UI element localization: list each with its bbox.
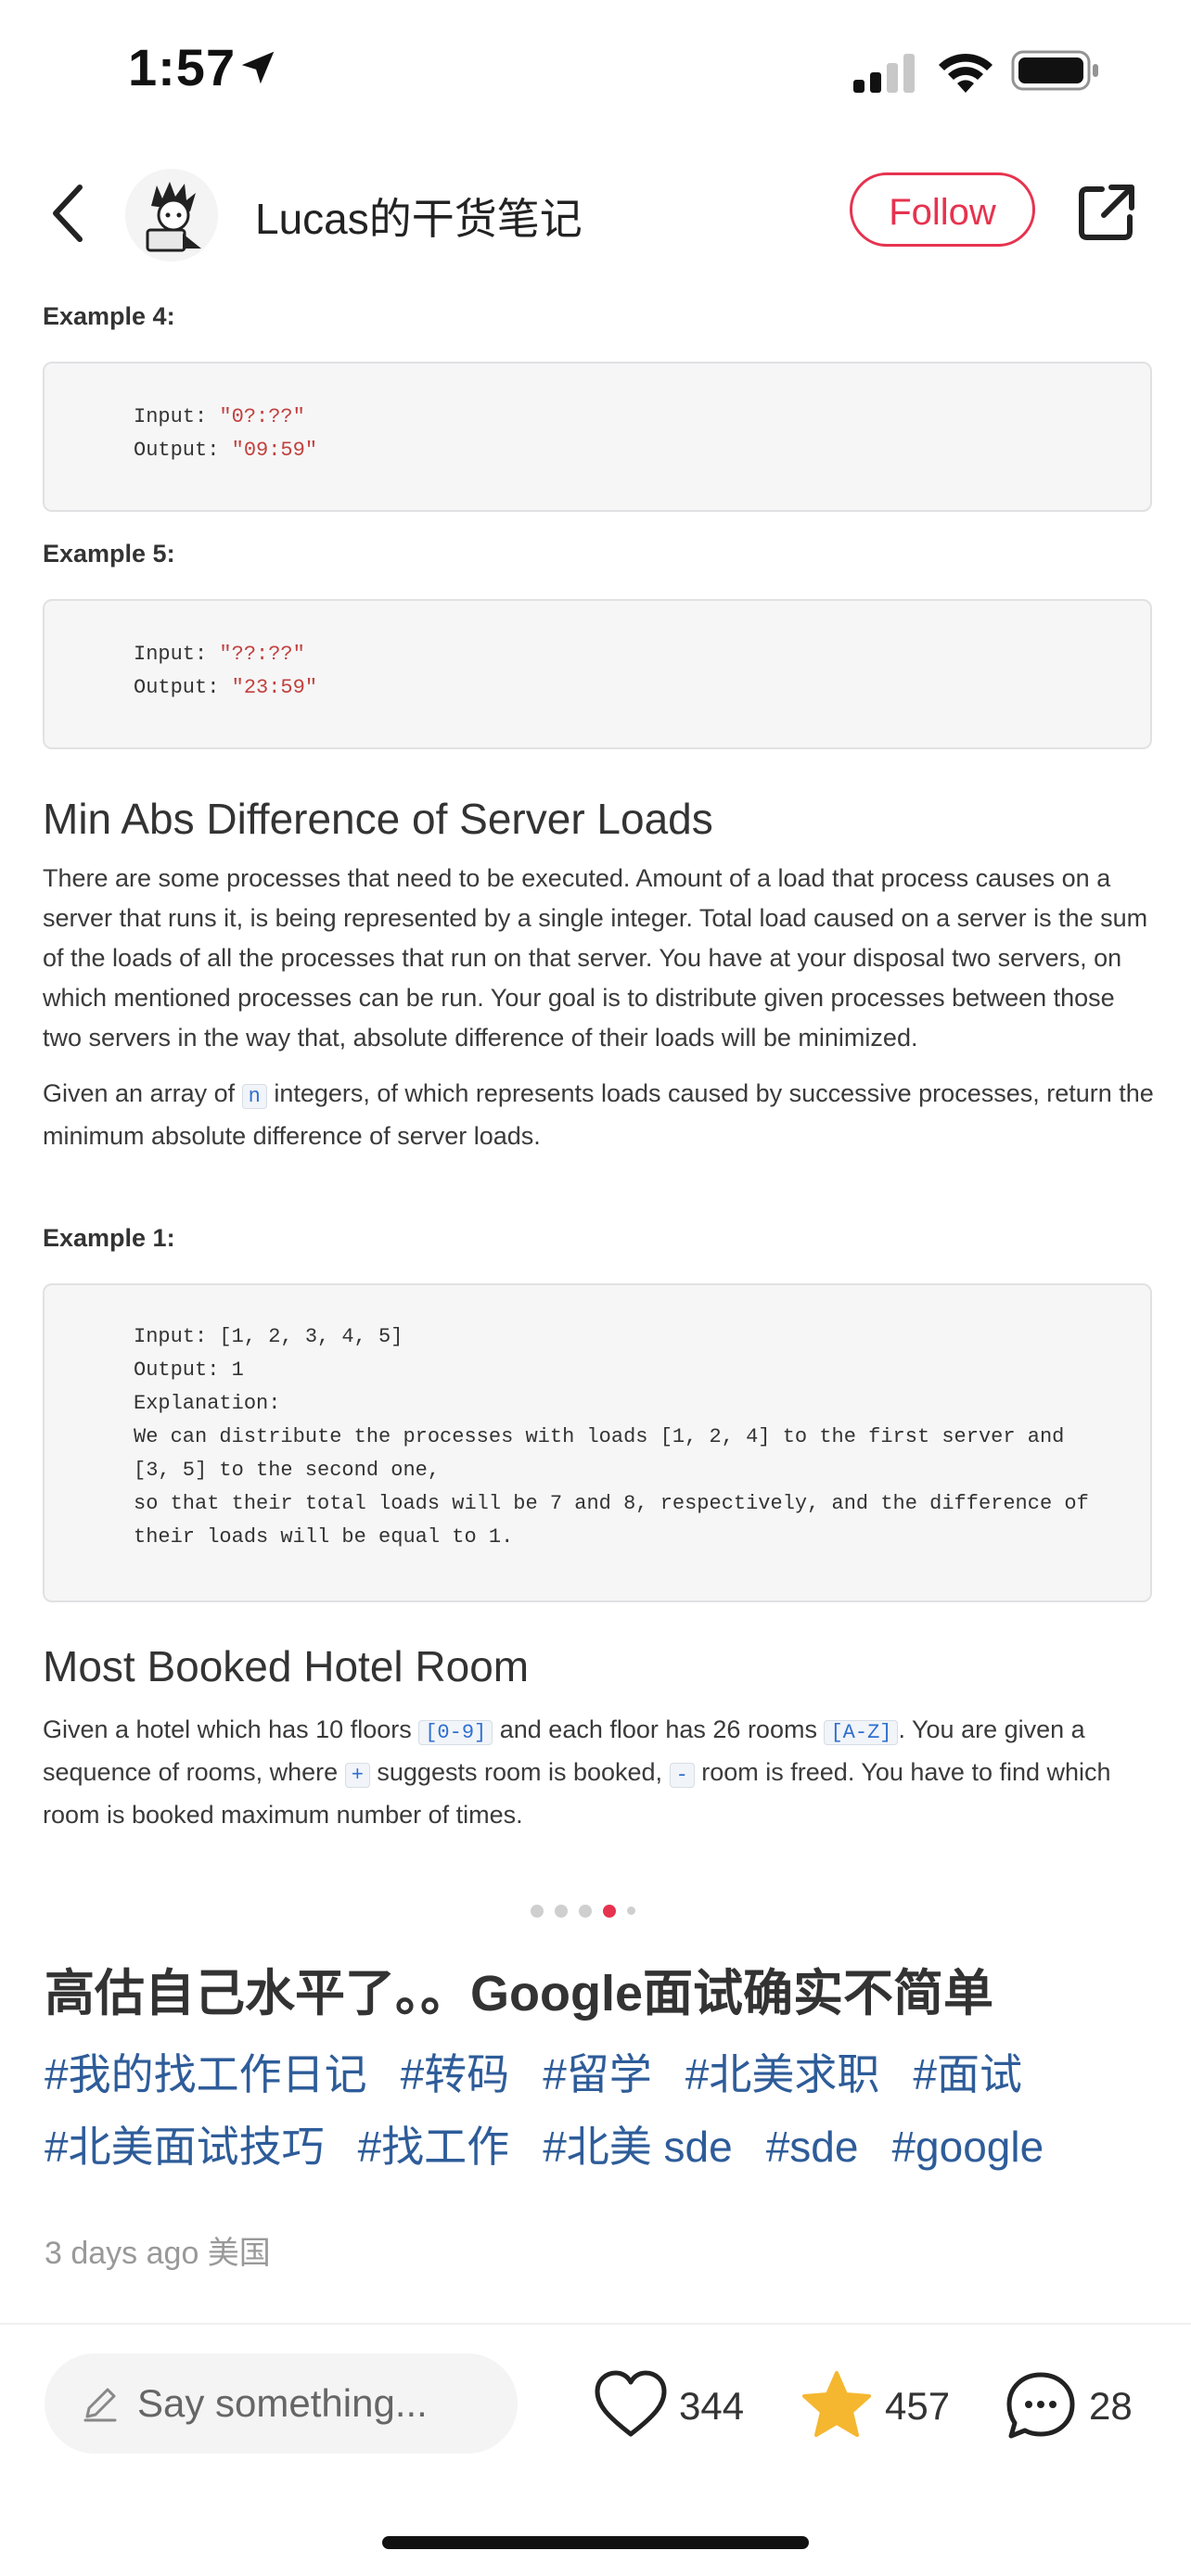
collect-button[interactable]: 457 <box>800 2369 976 2443</box>
pencil-icon <box>83 2388 117 2422</box>
hashtag[interactable]: #转码 <box>401 2038 510 2111</box>
hashtag[interactable]: #北美求职 <box>685 2038 880 2111</box>
inline-code: + <box>344 1763 370 1788</box>
code-line: Explanation: <box>134 1392 281 1415</box>
avatar[interactable] <box>125 169 218 261</box>
hashtag[interactable]: #找工作 <box>358 2111 510 2183</box>
comment-bubble-icon <box>1006 2372 1075 2439</box>
section-paragraph: Given a hotel which has 10 floors [0-9] … <box>43 1710 1156 1835</box>
code-line: Output: 1 <box>134 1358 244 1382</box>
post-title: 高估自己水平了。。Google面试确实不简单 <box>45 1966 993 2021</box>
back-chevron-icon[interactable] <box>45 176 91 250</box>
follow-button[interactable]: Follow <box>850 172 1035 247</box>
comment-placeholder: Say something... <box>137 2381 428 2425</box>
status-time: 1:57 <box>128 38 237 96</box>
code-value: "0?:??" <box>219 405 305 428</box>
text-run: Given an array of <box>43 1079 242 1107</box>
code-key: Input: <box>134 643 220 666</box>
example-1-label: Example 1: <box>43 1224 175 1252</box>
code-line: Input: [1, 2, 3, 4, 5] <box>134 1325 403 1348</box>
like-count: 344 <box>679 2384 745 2428</box>
code-value: "??:??" <box>219 643 305 666</box>
text-run: Given a hotel which has 10 floors <box>43 1715 419 1743</box>
code-key: Output: <box>134 439 232 462</box>
post-image[interactable]: Example 4: Input: "0?:??" Output: "09:59… <box>0 278 1191 1873</box>
inline-code: n <box>241 1084 267 1109</box>
carousel-dot <box>579 1904 592 1918</box>
section-paragraph: Given an array of n integers, of which r… <box>43 1074 1156 1156</box>
heart-icon <box>595 2370 667 2437</box>
status-bar: 1:57 <box>0 0 1191 139</box>
section-paragraph: There are some processes that need to be… <box>43 864 1148 1052</box>
example-5-code: Input: "??:??" Output: "23:59" <box>43 599 1152 749</box>
home-indicator[interactable] <box>382 2536 809 2549</box>
section-title: Min Abs Difference of Server Loads <box>43 795 713 843</box>
hashtag[interactable]: #面试 <box>913 2038 1022 2111</box>
section-title: Most Booked Hotel Room <box>43 1642 530 1690</box>
hashtag[interactable]: #google <box>891 2111 1044 2183</box>
code-value: "23:59" <box>231 676 318 699</box>
code-line: their loads will be equal to 1. <box>134 1525 514 1549</box>
inline-code: [A-Z] <box>824 1720 899 1745</box>
hashtag[interactable]: #sde <box>766 2111 859 2183</box>
example-4-code: Input: "0?:??" Output: "09:59" <box>43 362 1152 512</box>
inline-code: [0-9] <box>418 1720 493 1745</box>
carousel-indicator <box>531 1903 647 1918</box>
hashtag[interactable]: #北美面试技巧 <box>45 2111 325 2183</box>
inline-code: - <box>669 1763 695 1788</box>
carousel-dot <box>531 1904 544 1918</box>
like-button[interactable]: 344 <box>594 2369 770 2443</box>
wifi-icon <box>939 53 992 93</box>
hashtag[interactable]: #北美 sde <box>543 2111 733 2183</box>
hashtag[interactable]: #留学 <box>543 2038 652 2111</box>
divider <box>0 2323 1191 2325</box>
code-key: Input: <box>134 405 220 428</box>
comment-input[interactable]: Say something... <box>45 2353 518 2454</box>
comment-button[interactable]: 28 <box>1004 2369 1171 2443</box>
tag-list: #我的找工作日记 #转码 #留学 #北美求职 #面试 #北美面试技巧 #找工作 #北美 sde… <box>45 2038 1158 2183</box>
post-header: Lucas的干货笔记 Follow <box>0 148 1191 278</box>
text-run: suggests room is booked, <box>369 1758 670 1786</box>
battery-icon <box>1011 50 1098 91</box>
code-line: so that their total loads will be 7 and … <box>134 1492 1089 1515</box>
example-1-code: Input: [1, 2, 3, 4, 5] Output: 1 Explana… <box>43 1283 1152 1602</box>
author-name[interactable]: Lucas的干货笔记 <box>255 185 583 247</box>
signal-icon <box>853 54 915 93</box>
star-icon <box>802 2371 871 2437</box>
code-line: We can distribute the processes with loa… <box>134 1425 1065 1448</box>
comment-count: 28 <box>1089 2384 1133 2428</box>
example-4-label: Example 4: <box>43 302 175 330</box>
share-icon[interactable] <box>1074 180 1139 245</box>
text-run: and each floor has 26 rooms <box>493 1715 825 1743</box>
hashtag[interactable]: #我的找工作日记 <box>45 2038 367 2111</box>
carousel-dot <box>627 1906 635 1916</box>
carousel-dot-active <box>603 1904 616 1918</box>
code-value: "09:59" <box>231 439 318 462</box>
carousel-dot <box>555 1904 568 1918</box>
star-count: 457 <box>885 2384 951 2428</box>
code-key: Output: <box>134 676 232 699</box>
location-arrow-icon <box>241 51 275 84</box>
post-meta: 3 days ago 美国 <box>45 2236 271 2271</box>
code-line: [3, 5] to the second one, <box>134 1459 441 1482</box>
example-5-label: Example 5: <box>43 540 175 567</box>
